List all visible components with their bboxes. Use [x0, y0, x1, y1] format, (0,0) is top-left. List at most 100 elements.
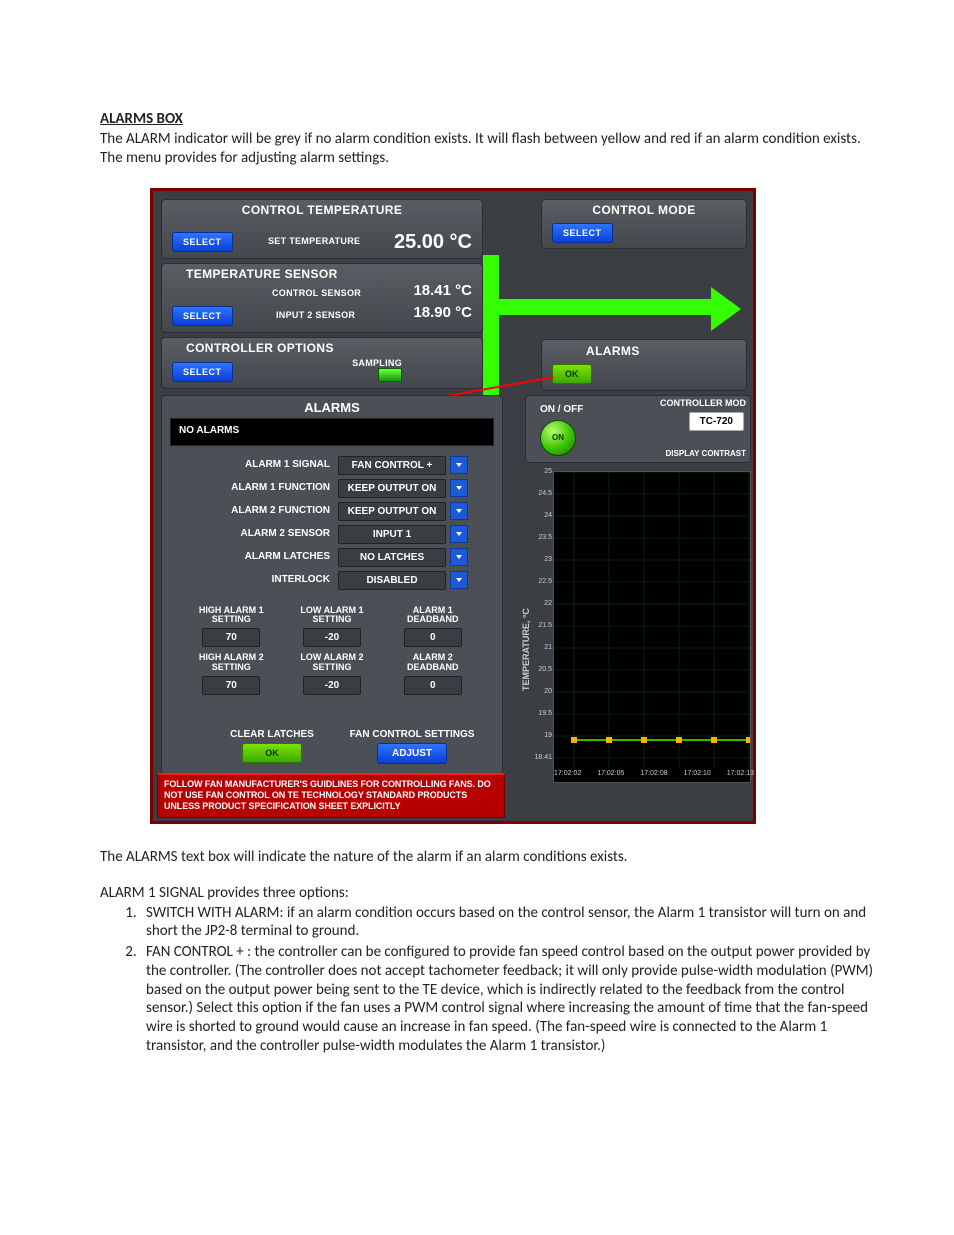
- sampling-led-icon: [378, 368, 402, 382]
- alarm-row: ALARM 2 FUNCTION KEEP OUTPUT ON: [180, 500, 472, 523]
- row-label: ALARM 1 SIGNAL: [180, 459, 330, 470]
- screenshot-figure: CONTROL TEMPERATURE SELECT SET TEMPERATU…: [150, 188, 756, 824]
- select-button[interactable]: SELECT: [172, 306, 233, 326]
- section-heading: ALARMS BOX: [100, 110, 884, 128]
- y-tick: 20: [530, 688, 552, 695]
- controller-model-badge: TC-720: [689, 412, 744, 431]
- setting-header: ALARM 1 DEADBAND: [387, 606, 478, 626]
- row-value: DISABLED: [338, 571, 446, 590]
- select-button[interactable]: SELECT: [172, 232, 233, 252]
- row-label: ALARM 2 FUNCTION: [180, 505, 330, 516]
- dropdown-icon[interactable]: [450, 479, 468, 497]
- clear-latches-label: CLEAR LATCHES: [202, 729, 342, 740]
- alarm-row: INTERLOCK DISABLED: [180, 569, 472, 592]
- warning-banner: FOLLOW FAN MANUFACTURER'S GUIDLINES FOR …: [157, 773, 505, 818]
- y-tick: 23.5: [530, 534, 552, 541]
- dropdown-icon[interactable]: [450, 571, 468, 589]
- alarms-status-text: NO ALARMS: [179, 425, 239, 436]
- row-label: ALARM 2 SENSOR: [180, 528, 330, 539]
- set-temp-value: 25.00 °C: [394, 231, 472, 254]
- x-tick: 17:02:08: [640, 770, 667, 777]
- temperature-chart: 25 24.5 24 23.5 23 22.5 22 21.5 21 20.5 …: [553, 471, 751, 783]
- y-tick: 18.41: [530, 754, 552, 761]
- row-label: INTERLOCK: [180, 574, 330, 585]
- ctrl-sensor-value: 18.41 °C: [413, 282, 472, 299]
- x-tick: 17:02:02: [554, 770, 581, 777]
- dropdown-icon[interactable]: [450, 548, 468, 566]
- setting-value[interactable]: 70: [202, 628, 260, 647]
- x-tick: 17:02:13: [727, 770, 754, 777]
- row-value: KEEP OUTPUT ON: [338, 479, 446, 498]
- setting-value[interactable]: -20: [303, 628, 361, 647]
- control-temperature-panel: CONTROL TEMPERATURE SELECT SET TEMPERATU…: [161, 199, 483, 259]
- ctrl-sensor-label: CONTROL SENSOR: [272, 288, 361, 298]
- setting-header: ALARM 2 DEADBAND: [387, 653, 478, 673]
- list-item: SWITCH WITH ALARM: if an alarm condition…: [140, 904, 884, 942]
- clear-latches-ok-button[interactable]: OK: [242, 743, 302, 763]
- sampling-label: SAMPLING: [352, 358, 402, 368]
- setting-value[interactable]: -20: [303, 676, 361, 695]
- y-tick: 19: [530, 732, 552, 739]
- alarm-rows: ALARM 1 SIGNAL FAN CONTROL + ALARM 1 FUN…: [180, 454, 472, 592]
- onoff-panel: ON / OFF ON CONTROLLER MOD TC-720 DISPLA…: [525, 395, 751, 463]
- setting-header: LOW ALARM 1 SETTING: [287, 606, 378, 626]
- y-tick: 19.5: [530, 710, 552, 717]
- setting-header: HIGH ALARM 2 SETTING: [186, 653, 277, 673]
- panel-title: CONTROL TEMPERATURE: [162, 203, 482, 217]
- alarms-status-readout: NO ALARMS: [170, 418, 494, 446]
- list-item: FAN CONTROL + : the controller can be co…: [140, 943, 884, 1056]
- adjust-button[interactable]: ADJUST: [377, 743, 447, 764]
- onoff-label: ON / OFF: [540, 404, 583, 415]
- x-tick: 17:02:10: [684, 770, 711, 777]
- y-tick: 24.5: [530, 490, 552, 497]
- fan-settings-label: FAN CONTROL SETTINGS: [342, 729, 482, 740]
- temperature-sensor-panel: TEMPERATURE SENSOR SELECT CONTROL SENSOR…: [161, 263, 483, 333]
- input2-sensor-value: 18.90 °C: [413, 304, 472, 321]
- y-tick: 22: [530, 600, 552, 607]
- setting-value[interactable]: 0: [404, 628, 462, 647]
- y-tick: 20.5: [530, 666, 552, 673]
- alarm-row: ALARM LATCHES NO LATCHES: [180, 546, 472, 569]
- paragraph: ALARM 1 SIGNAL provides three options:: [100, 884, 884, 902]
- controller-options-panel: CONTROLLER OPTIONS SELECT SAMPLING: [161, 337, 483, 389]
- input2-sensor-label: INPUT 2 SENSOR: [276, 310, 355, 320]
- dropdown-icon[interactable]: [450, 525, 468, 543]
- y-tick: 22.5: [530, 578, 552, 585]
- controller-mod-label: CONTROLLER MOD: [660, 398, 746, 408]
- intro-paragraph: The ALARM indicator will be grey if no a…: [100, 130, 884, 168]
- alarms-config-panel: ALARMS NO ALARMS ALARM 1 SIGNAL FAN CONT…: [161, 395, 503, 775]
- panel-title: CONTROLLER OPTIONS: [186, 341, 482, 355]
- panel-title: ALARMS: [162, 400, 502, 415]
- row-value: NO LATCHES: [338, 548, 446, 567]
- set-temp-label: SET TEMPERATURE: [268, 236, 360, 246]
- row-value: INPUT 1: [338, 525, 446, 544]
- on-toggle[interactable]: ON: [540, 420, 576, 456]
- y-tick: 21: [530, 644, 552, 651]
- dropdown-icon[interactable]: [450, 456, 468, 474]
- setting-value[interactable]: 70: [202, 676, 260, 695]
- dropdown-icon[interactable]: [450, 502, 468, 520]
- on-text: ON: [552, 433, 564, 442]
- setting-value[interactable]: 0: [404, 676, 462, 695]
- paragraph: The ALARMS text box will indicate the na…: [100, 848, 884, 866]
- alarm-settings-grid: HIGH ALARM 1 SETTING 70 LOW ALARM 1 SETTI…: [186, 606, 478, 696]
- y-tick: 25: [530, 468, 552, 475]
- right-column: ON / OFF ON CONTROLLER MOD TC-720 DISPLA…: [525, 191, 753, 821]
- select-button[interactable]: SELECT: [172, 362, 233, 382]
- x-tick: 17:02:05: [597, 770, 624, 777]
- options-list: SWITCH WITH ALARM: if an alarm condition…: [140, 904, 884, 1056]
- y-tick: 23: [530, 556, 552, 563]
- row-value: FAN CONTROL +: [338, 456, 446, 475]
- panel-title: TEMPERATURE SENSOR: [186, 267, 482, 281]
- row-label: ALARM LATCHES: [180, 551, 330, 562]
- alarm-row: ALARM 2 SENSOR INPUT 1: [180, 523, 472, 546]
- y-tick: 24: [530, 512, 552, 519]
- display-contrast-label: DISPLAY CONTRAST: [666, 449, 746, 458]
- y-tick: 21.5: [530, 622, 552, 629]
- row-value: KEEP OUTPUT ON: [338, 502, 446, 521]
- row-label: ALARM 1 FUNCTION: [180, 482, 330, 493]
- alarm-row: ALARM 1 SIGNAL FAN CONTROL +: [180, 454, 472, 477]
- alarm-row: ALARM 1 FUNCTION KEEP OUTPUT ON: [180, 477, 472, 500]
- setting-header: LOW ALARM 2 SETTING: [287, 653, 378, 673]
- setting-header: HIGH ALARM 1 SETTING: [186, 606, 277, 626]
